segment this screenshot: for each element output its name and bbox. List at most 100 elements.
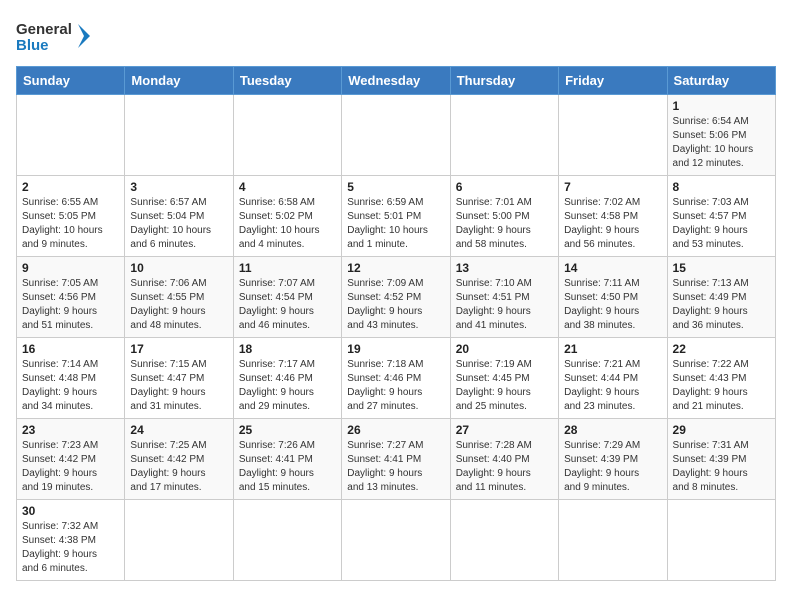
page-header: GeneralBlue <box>16 16 776 56</box>
weekday-header-tuesday: Tuesday <box>233 67 341 95</box>
calendar-cell <box>450 500 558 581</box>
day-info: Sunrise: 7:03 AM Sunset: 4:57 PM Dayligh… <box>673 196 770 252</box>
day-number: 3 <box>130 180 227 194</box>
calendar-week-row: 23 Sunrise: 7:23 AM Sunset: 4:42 PM Dayli… <box>17 419 776 500</box>
calendar-cell: 12 Sunrise: 7:09 AM Sunset: 4:52 PM Dayli… <box>342 257 450 338</box>
day-number: 4 <box>239 180 336 194</box>
day-number: 14 <box>564 261 661 275</box>
calendar-cell: 1 Sunrise: 6:54 AM Sunset: 5:06 PM Daylig… <box>667 95 775 176</box>
weekday-header-thursday: Thursday <box>450 67 558 95</box>
calendar-cell <box>450 95 558 176</box>
weekday-header-wednesday: Wednesday <box>342 67 450 95</box>
day-info: Sunrise: 7:23 AM Sunset: 4:42 PM Dayligh… <box>22 439 119 495</box>
calendar-cell: 16Sunrise: 7:14 AM Sunset: 4:48 PM Dayli… <box>17 338 125 419</box>
day-info: Sunrise: 7:31 AM Sunset: 4:39 PM Dayligh… <box>673 439 770 495</box>
calendar-cell: 27Sunrise: 7:28 AM Sunset: 4:40 PM Dayli… <box>450 419 558 500</box>
day-number: 22 <box>673 342 770 356</box>
day-info: Sunrise: 7:01 AM Sunset: 5:00 PM Dayligh… <box>456 196 553 252</box>
day-number: 6 <box>456 180 553 194</box>
day-info: Sunrise: 7:22 AM Sunset: 4:43 PM Dayligh… <box>673 358 770 414</box>
calendar-table: SundayMondayTuesdayWednesdayThursdayFrid… <box>16 66 776 581</box>
weekday-header-sunday: Sunday <box>17 67 125 95</box>
day-number: 15 <box>673 261 770 275</box>
day-info: Sunrise: 6:54 AM Sunset: 5:06 PM Dayligh… <box>673 115 770 171</box>
day-number: 30 <box>22 504 119 518</box>
calendar-cell: 20Sunrise: 7:19 AM Sunset: 4:45 PM Dayli… <box>450 338 558 419</box>
day-number: 17 <box>130 342 227 356</box>
calendar-cell: 13 Sunrise: 7:10 AM Sunset: 4:51 PM Dayli… <box>450 257 558 338</box>
day-number: 10 <box>130 261 227 275</box>
calendar-cell: 15Sunrise: 7:13 AM Sunset: 4:49 PM Dayli… <box>667 257 775 338</box>
day-info: Sunrise: 7:18 AM Sunset: 4:46 PM Dayligh… <box>347 358 444 414</box>
calendar-cell: 29 Sunrise: 7:31 AM Sunset: 4:39 PM Dayli… <box>667 419 775 500</box>
day-number: 12 <box>347 261 444 275</box>
day-info: Sunrise: 7:27 AM Sunset: 4:41 PM Dayligh… <box>347 439 444 495</box>
weekday-header-monday: Monday <box>125 67 233 95</box>
day-info: Sunrise: 7:21 AM Sunset: 4:44 PM Dayligh… <box>564 358 661 414</box>
calendar-cell: 5 Sunrise: 6:59 AM Sunset: 5:01 PM Daylig… <box>342 176 450 257</box>
calendar-cell <box>342 500 450 581</box>
calendar-week-row: 2 Sunrise: 6:55 AM Sunset: 5:05 PM Daylig… <box>17 176 776 257</box>
logo-icon: GeneralBlue <box>16 16 96 56</box>
calendar-cell <box>125 500 233 581</box>
calendar-cell <box>233 95 341 176</box>
calendar-cell <box>559 500 667 581</box>
day-info: Sunrise: 7:07 AM Sunset: 4:54 PM Dayligh… <box>239 277 336 333</box>
calendar-cell: 28Sunrise: 7:29 AM Sunset: 4:39 PM Dayli… <box>559 419 667 500</box>
day-info: Sunrise: 7:15 AM Sunset: 4:47 PM Dayligh… <box>130 358 227 414</box>
calendar-cell: 22 Sunrise: 7:22 AM Sunset: 4:43 PM Dayli… <box>667 338 775 419</box>
calendar-cell: 10 Sunrise: 7:06 AM Sunset: 4:55 PM Dayli… <box>125 257 233 338</box>
day-number: 1 <box>673 99 770 113</box>
day-info: Sunrise: 7:14 AM Sunset: 4:48 PM Dayligh… <box>22 358 119 414</box>
day-number: 21 <box>564 342 661 356</box>
day-number: 26 <box>347 423 444 437</box>
day-number: 2 <box>22 180 119 194</box>
calendar-cell: 30 Sunrise: 7:32 AM Sunset: 4:38 PM Dayli… <box>17 500 125 581</box>
calendar-cell: 6 Sunrise: 7:01 AM Sunset: 5:00 PM Daylig… <box>450 176 558 257</box>
day-info: Sunrise: 7:17 AM Sunset: 4:46 PM Dayligh… <box>239 358 336 414</box>
calendar-week-row: 1 Sunrise: 6:54 AM Sunset: 5:06 PM Daylig… <box>17 95 776 176</box>
calendar-week-row: 30 Sunrise: 7:32 AM Sunset: 4:38 PM Dayli… <box>17 500 776 581</box>
day-info: Sunrise: 7:06 AM Sunset: 4:55 PM Dayligh… <box>130 277 227 333</box>
day-info: Sunrise: 7:32 AM Sunset: 4:38 PM Dayligh… <box>22 520 119 576</box>
day-number: 9 <box>22 261 119 275</box>
day-number: 28 <box>564 423 661 437</box>
calendar-cell: 8Sunrise: 7:03 AM Sunset: 4:57 PM Daylig… <box>667 176 775 257</box>
day-info: Sunrise: 7:10 AM Sunset: 4:51 PM Dayligh… <box>456 277 553 333</box>
day-number: 5 <box>347 180 444 194</box>
weekday-header-friday: Friday <box>559 67 667 95</box>
calendar-cell: 21 Sunrise: 7:21 AM Sunset: 4:44 PM Dayli… <box>559 338 667 419</box>
logo: GeneralBlue <box>16 16 96 56</box>
day-number: 29 <box>673 423 770 437</box>
calendar-cell <box>342 95 450 176</box>
calendar-week-row: 16Sunrise: 7:14 AM Sunset: 4:48 PM Dayli… <box>17 338 776 419</box>
day-info: Sunrise: 7:02 AM Sunset: 4:58 PM Dayligh… <box>564 196 661 252</box>
day-info: Sunrise: 6:55 AM Sunset: 5:05 PM Dayligh… <box>22 196 119 252</box>
day-info: Sunrise: 7:09 AM Sunset: 4:52 PM Dayligh… <box>347 277 444 333</box>
calendar-cell: 17 Sunrise: 7:15 AM Sunset: 4:47 PM Dayli… <box>125 338 233 419</box>
calendar-cell: 18 Sunrise: 7:17 AM Sunset: 4:46 PM Dayli… <box>233 338 341 419</box>
calendar-cell: 2 Sunrise: 6:55 AM Sunset: 5:05 PM Daylig… <box>17 176 125 257</box>
day-info: Sunrise: 7:11 AM Sunset: 4:50 PM Dayligh… <box>564 277 661 333</box>
day-number: 13 <box>456 261 553 275</box>
calendar-cell: 19 Sunrise: 7:18 AM Sunset: 4:46 PM Dayli… <box>342 338 450 419</box>
svg-text:General: General <box>16 21 72 38</box>
calendar-cell: 14 Sunrise: 7:11 AM Sunset: 4:50 PM Dayli… <box>559 257 667 338</box>
calendar-cell: 25 Sunrise: 7:26 AM Sunset: 4:41 PM Dayli… <box>233 419 341 500</box>
day-number: 23 <box>22 423 119 437</box>
calendar-cell <box>233 500 341 581</box>
calendar-cell: 7Sunrise: 7:02 AM Sunset: 4:58 PM Daylig… <box>559 176 667 257</box>
calendar-cell: 9Sunrise: 7:05 AM Sunset: 4:56 PM Daylig… <box>17 257 125 338</box>
day-number: 19 <box>347 342 444 356</box>
day-number: 18 <box>239 342 336 356</box>
day-number: 27 <box>456 423 553 437</box>
calendar-cell <box>125 95 233 176</box>
day-info: Sunrise: 7:26 AM Sunset: 4:41 PM Dayligh… <box>239 439 336 495</box>
calendar-cell: 4 Sunrise: 6:58 AM Sunset: 5:02 PM Daylig… <box>233 176 341 257</box>
svg-text:Blue: Blue <box>16 37 49 54</box>
calendar-week-row: 9Sunrise: 7:05 AM Sunset: 4:56 PM Daylig… <box>17 257 776 338</box>
day-number: 25 <box>239 423 336 437</box>
day-info: Sunrise: 6:59 AM Sunset: 5:01 PM Dayligh… <box>347 196 444 252</box>
day-number: 11 <box>239 261 336 275</box>
day-info: Sunrise: 6:58 AM Sunset: 5:02 PM Dayligh… <box>239 196 336 252</box>
